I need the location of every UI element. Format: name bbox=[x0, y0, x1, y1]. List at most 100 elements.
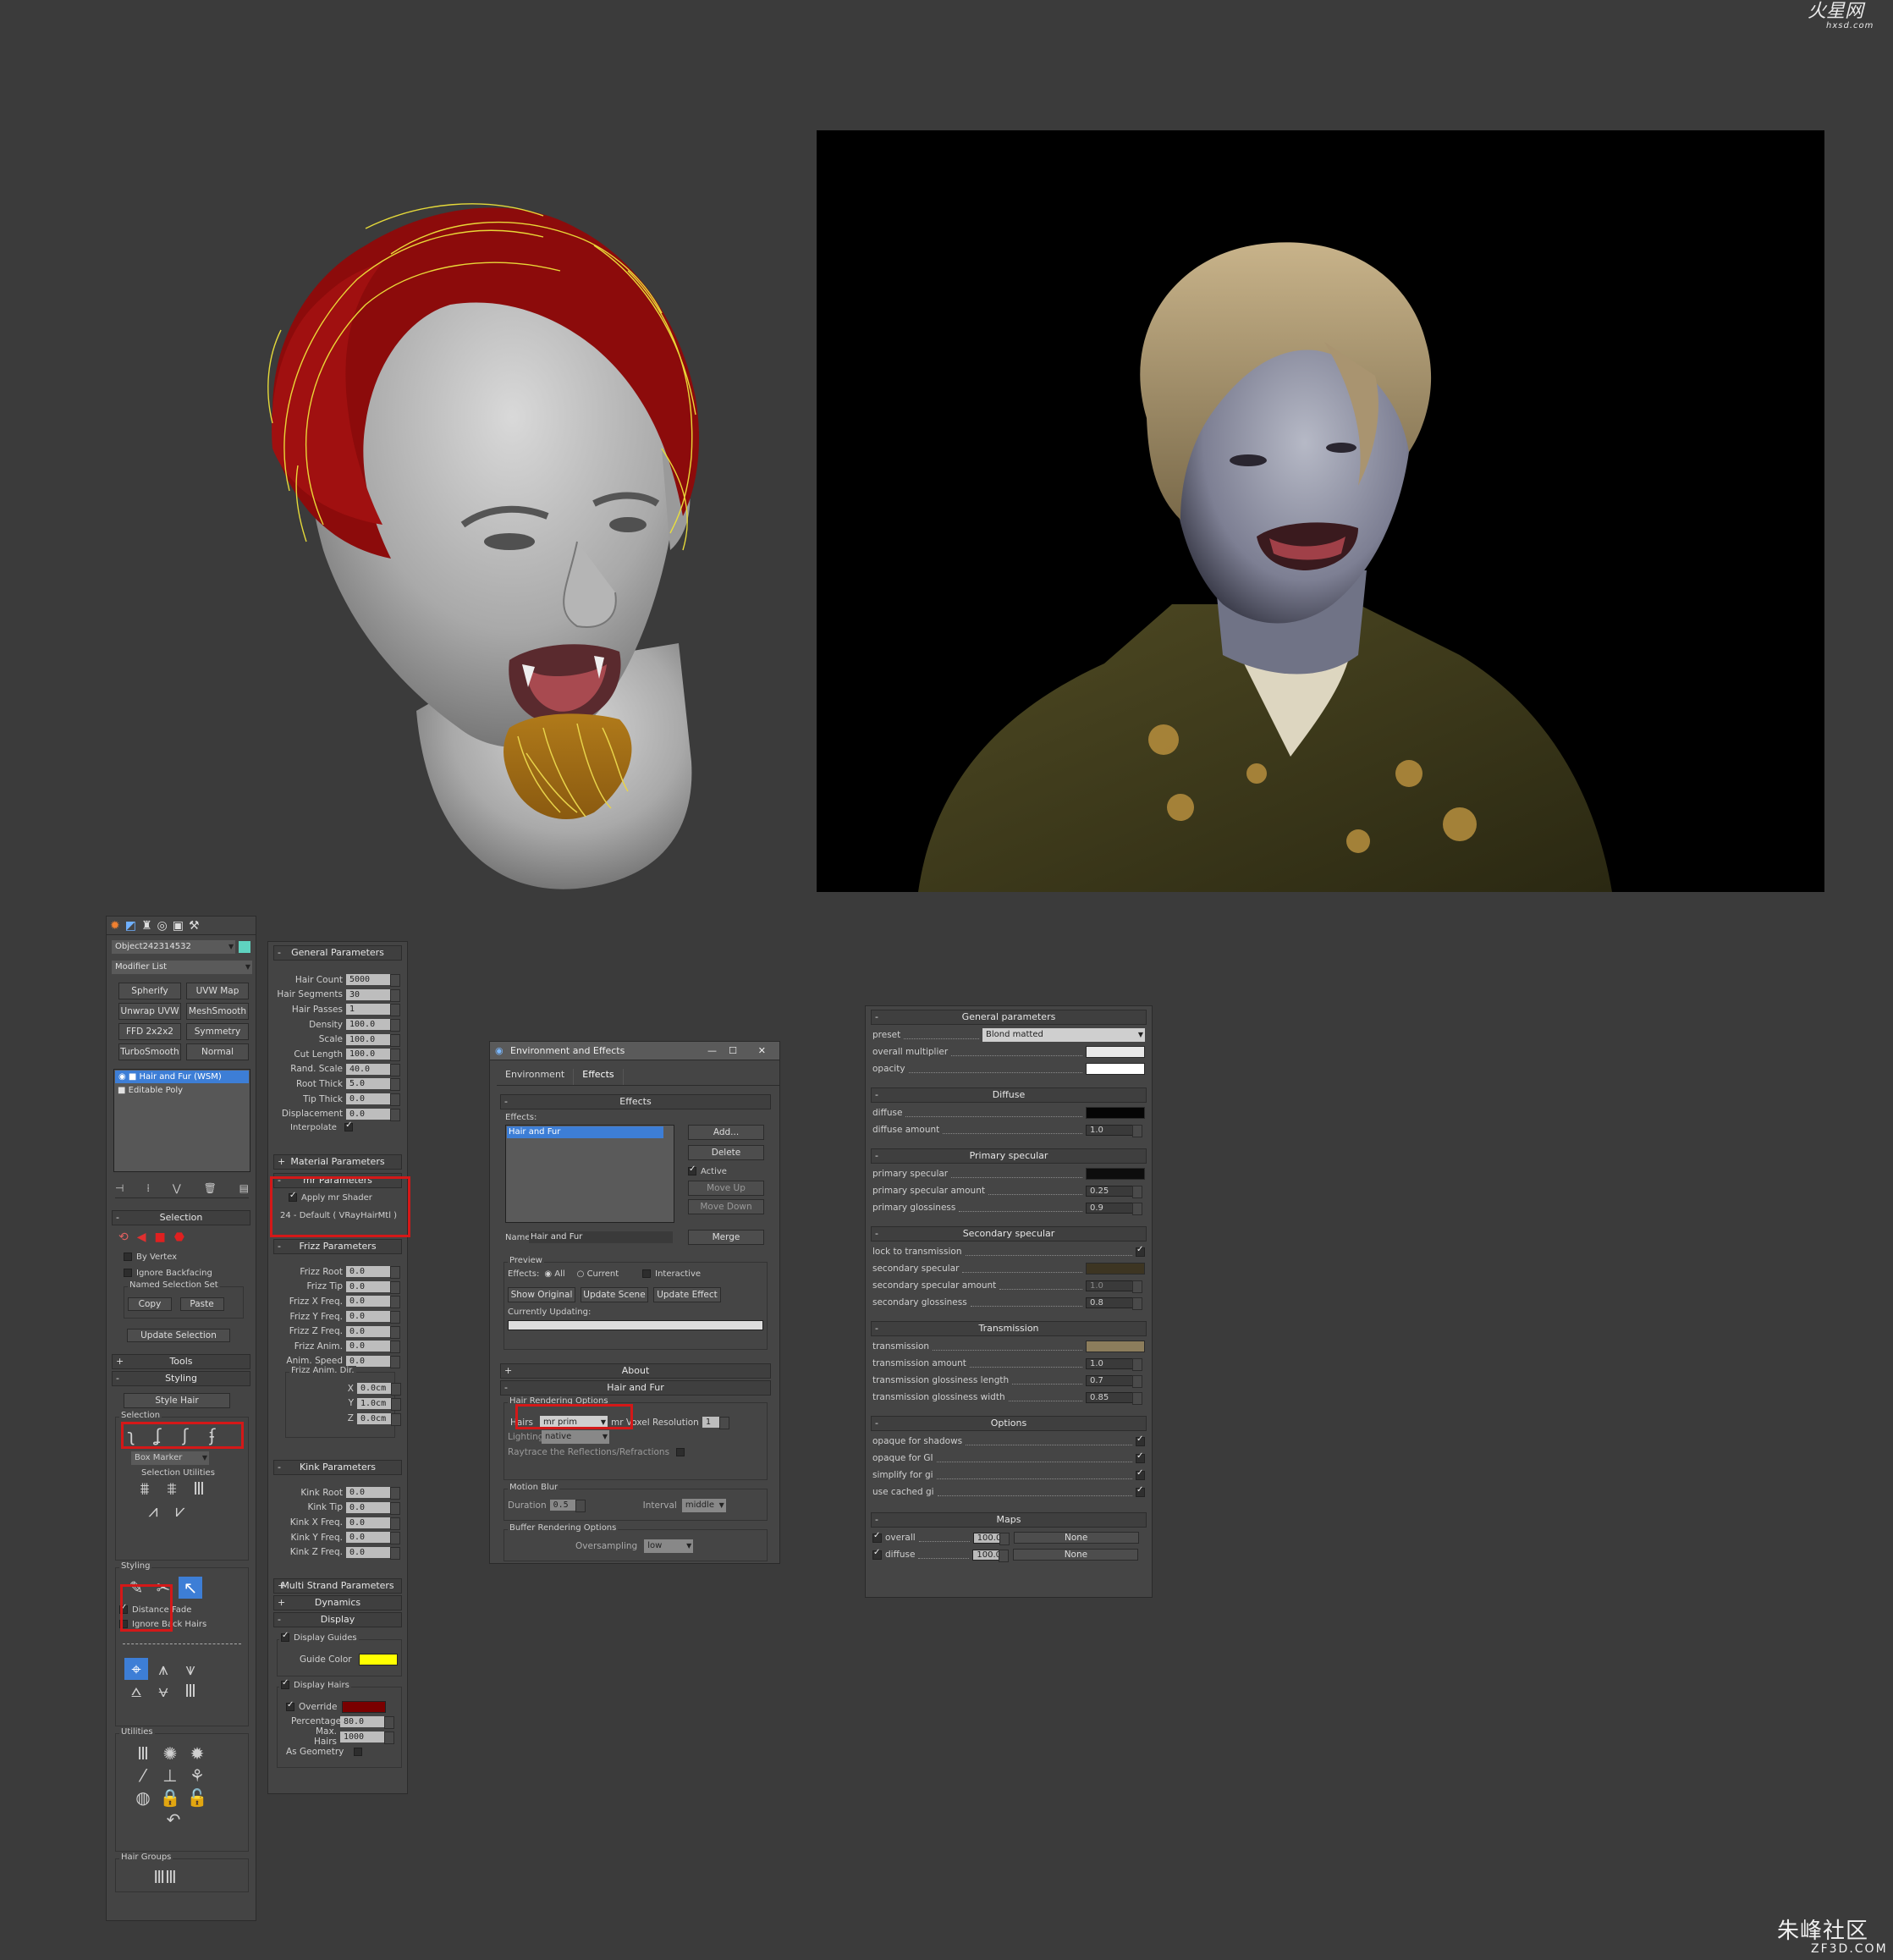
recomb-icon[interactable]: ⁄ bbox=[131, 1765, 155, 1787]
update-selection-button[interactable]: Update Selection bbox=[127, 1329, 230, 1342]
rollout-display[interactable]: - Display bbox=[273, 1612, 402, 1628]
effects-list[interactable]: Hair and Fur bbox=[505, 1125, 674, 1223]
undo-icon[interactable]: ↶ bbox=[162, 1809, 185, 1831]
utilities-tab-icon[interactable]: ⚒ bbox=[189, 919, 200, 933]
stack-item-editable-poly[interactable]: ■ Editable Poly bbox=[114, 1084, 250, 1097]
uvw-map-button[interactable]: UVW Map bbox=[186, 983, 249, 999]
show-original-button[interactable]: Show Original bbox=[508, 1287, 575, 1302]
transmission-amount-spinner[interactable]: 1.0 bbox=[1086, 1357, 1142, 1371]
max-hairs-spinner[interactable]: 1000 bbox=[340, 1731, 394, 1744]
object-color-swatch[interactable] bbox=[239, 941, 250, 953]
preset-dropdown[interactable]: Blond matted bbox=[982, 1028, 1145, 1042]
overall-map-amount[interactable]: 100.0 bbox=[972, 1532, 1010, 1545]
kink-param-spinner[interactable]: 0.0 bbox=[346, 1517, 400, 1530]
viewport-head-model[interactable] bbox=[222, 169, 729, 906]
kink-param-spinner[interactable]: 0.0 bbox=[346, 1546, 400, 1560]
tab-environment[interactable]: Environment bbox=[497, 1069, 575, 1085]
modify-tab-icon[interactable]: ◩ bbox=[125, 919, 136, 933]
general-param-spinner[interactable]: 30 bbox=[346, 988, 400, 1002]
move-down-button[interactable]: Move Down bbox=[688, 1199, 764, 1214]
frizz-param-spinner[interactable]: 0.0 bbox=[346, 1280, 400, 1294]
remove-modifier-icon[interactable]: 🗑 bbox=[204, 1182, 217, 1194]
brush-size-slider[interactable] bbox=[123, 1638, 241, 1644]
rollout-hair-and-fur[interactable]: - Hair and Fur bbox=[500, 1380, 771, 1396]
all-radio[interactable]: ◉ All bbox=[544, 1269, 564, 1279]
diffuse-amount-spinner[interactable]: 1.0 bbox=[1086, 1124, 1142, 1137]
interactive-checkbox[interactable] bbox=[642, 1269, 652, 1278]
marker-dropdown[interactable]: Box Marker bbox=[131, 1451, 209, 1465]
rollout-mr-parameters[interactable]: - mr Parameters bbox=[273, 1172, 402, 1188]
general-param-spinner[interactable]: 40.0 bbox=[346, 1063, 400, 1076]
display-hairs-checkbox[interactable] bbox=[281, 1678, 289, 1690]
interpolate-checkbox[interactable] bbox=[344, 1120, 354, 1131]
frizz-dir-spinner[interactable]: 1.0cm bbox=[357, 1397, 401, 1411]
as-geometry-checkbox[interactable] bbox=[354, 1747, 363, 1756]
duration-spinner[interactable]: 0.5 bbox=[549, 1500, 586, 1513]
rollout-about[interactable]: + About bbox=[500, 1363, 771, 1379]
ignore-back-hairs-checkbox[interactable] bbox=[119, 1620, 128, 1628]
lock-icon[interactable]: 🔒 bbox=[158, 1787, 182, 1809]
select-hair-by-ends-icon[interactable]: ʅ bbox=[119, 1424, 143, 1446]
display-tab-icon[interactable]: ▣ bbox=[173, 919, 184, 933]
override-color-swatch[interactable] bbox=[342, 1700, 387, 1713]
rotate-selection-icon[interactable]: ⩨ bbox=[160, 1478, 184, 1500]
diffuse-map-amount[interactable]: 100.0 bbox=[972, 1549, 1010, 1562]
primary-glossiness-spinner[interactable]: 0.9 bbox=[1086, 1202, 1142, 1215]
add-effect-button[interactable]: Add... bbox=[688, 1125, 764, 1140]
attenuate-icon[interactable]: Ⅲ bbox=[131, 1743, 155, 1765]
override-checkbox[interactable] bbox=[286, 1700, 294, 1711]
style-hair-button[interactable]: Style Hair bbox=[124, 1393, 230, 1408]
current-radio[interactable]: ○ Current bbox=[577, 1269, 619, 1279]
hair-select-icon[interactable]: ↖ bbox=[179, 1577, 202, 1599]
secondary-specular-swatch[interactable] bbox=[1086, 1263, 1145, 1275]
rotate-hair-icon[interactable]: ⩝ bbox=[151, 1680, 175, 1702]
general-param-spinner[interactable]: 5000 bbox=[346, 974, 400, 988]
rollout-multi-strand[interactable]: + Multi Strand Parameters bbox=[273, 1578, 402, 1594]
frizz-param-spinner[interactable]: 0.0 bbox=[346, 1296, 400, 1309]
unlock-icon[interactable]: 🔓 bbox=[185, 1787, 209, 1809]
guide-icon[interactable]: ⟲ bbox=[118, 1231, 129, 1244]
general-param-spinner[interactable]: 100.0 bbox=[346, 1033, 400, 1047]
hair-brush-icon[interactable]: ✎ bbox=[124, 1577, 148, 1599]
ffd-button[interactable]: FFD 2x2x2 bbox=[118, 1023, 181, 1040]
display-guides-checkbox[interactable] bbox=[281, 1631, 289, 1643]
symmetry-button[interactable]: Symmetry bbox=[186, 1023, 249, 1040]
dialog-titlebar[interactable]: ◉ Environment and Effects — ☐ ✕ bbox=[490, 1042, 779, 1060]
secondary-amount-spinner[interactable]: 1.0 bbox=[1086, 1280, 1142, 1293]
pin-stack-icon[interactable]: ⊣ bbox=[115, 1182, 124, 1194]
lighting-dropdown[interactable]: native bbox=[542, 1430, 609, 1445]
configure-sets-icon[interactable]: ▤ bbox=[239, 1182, 249, 1194]
frizz-dir-spinner[interactable]: 0.0cm bbox=[357, 1383, 401, 1396]
general-param-spinner[interactable]: 100.0 bbox=[346, 1049, 400, 1062]
kink-param-spinner[interactable]: 0.0 bbox=[346, 1501, 400, 1515]
select-whole-guide-icon[interactable]: ʆ bbox=[146, 1424, 170, 1446]
overall-multiplier-swatch[interactable] bbox=[1086, 1046, 1145, 1058]
face-icon[interactable]: ◀ bbox=[137, 1231, 146, 1244]
pop-zero-icon[interactable]: ✹ bbox=[185, 1743, 209, 1765]
interval-dropdown[interactable]: middle bbox=[681, 1498, 726, 1512]
toggle-collisions-icon[interactable]: ⚘ bbox=[185, 1765, 209, 1787]
opacity-swatch[interactable] bbox=[1086, 1063, 1145, 1075]
rollout-kink-parameters[interactable]: - Kink Parameters bbox=[273, 1460, 402, 1476]
turbosmooth-button[interactable]: TurboSmooth bbox=[118, 1043, 181, 1060]
normal-button[interactable]: Normal bbox=[186, 1043, 249, 1060]
polygon-icon[interactable]: ■ bbox=[155, 1231, 166, 1244]
overall-map-button[interactable]: None bbox=[1013, 1532, 1139, 1544]
rollout-dynamics[interactable]: + Dynamics bbox=[273, 1595, 402, 1611]
active-checkbox[interactable] bbox=[688, 1164, 696, 1175]
hide-selected-icon[interactable]: ⩘ bbox=[141, 1500, 165, 1522]
frizz-param-spinner[interactable]: 0.0 bbox=[346, 1311, 400, 1324]
select-by-root-icon[interactable]: ʄ bbox=[201, 1424, 224, 1446]
raytrace-checkbox[interactable] bbox=[676, 1447, 685, 1456]
general-param-spinner[interactable]: 0.0 bbox=[346, 1093, 400, 1107]
translate-hair-icon[interactable]: ⌖ bbox=[124, 1658, 148, 1680]
rollout-styling[interactable]: - Styling bbox=[112, 1371, 250, 1386]
general-param-spinner[interactable]: 5.0 bbox=[346, 1078, 400, 1092]
rollout-tools[interactable]: + Tools bbox=[112, 1354, 250, 1369]
opaque-shadows-checkbox[interactable] bbox=[1136, 1434, 1145, 1446]
element-icon[interactable]: ⬣ bbox=[174, 1231, 184, 1244]
guide-color-swatch[interactable] bbox=[358, 1653, 398, 1665]
lock-transmission-checkbox[interactable] bbox=[1136, 1245, 1145, 1257]
meshsmooth-button[interactable]: MeshSmooth bbox=[186, 1003, 249, 1020]
diffuse-map-button[interactable]: None bbox=[1013, 1549, 1139, 1561]
